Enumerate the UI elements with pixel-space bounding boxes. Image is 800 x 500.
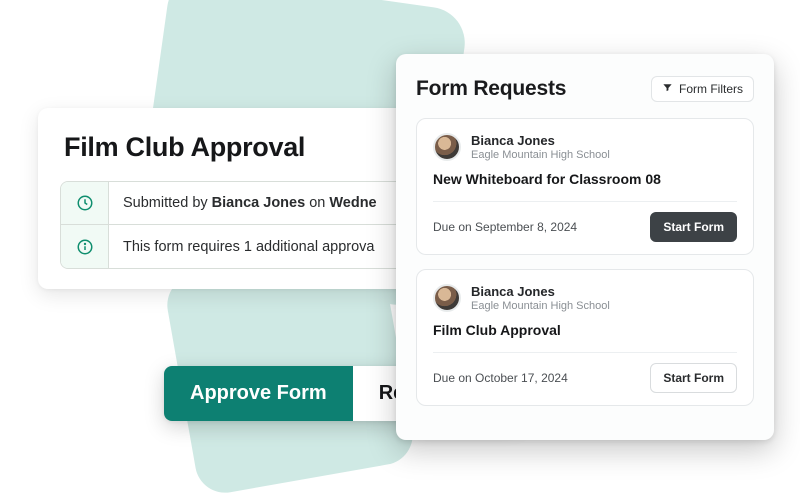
start-form-button[interactable]: Start Form <box>650 363 737 393</box>
requires-row: This form requires 1 additional approva <box>60 225 446 269</box>
submitted-row: Submitted by Bianca Jones on Wedne <box>60 181 446 225</box>
filter-icon <box>662 82 673 96</box>
request-card: Bianca Jones Eagle Mountain High School … <box>416 269 754 406</box>
requests-heading: Form Requests <box>416 77 566 101</box>
requester-name: Bianca Jones <box>471 133 610 148</box>
approve-button[interactable]: Approve Form <box>164 366 353 421</box>
start-form-button[interactable]: Start Form <box>650 212 737 242</box>
request-card: Bianca Jones Eagle Mountain High School … <box>416 118 754 255</box>
filter-label: Form Filters <box>679 82 743 96</box>
requester-name: Bianca Jones <box>471 284 610 299</box>
request-title: New Whiteboard for Classroom 08 <box>433 171 737 187</box>
avatar <box>433 284 461 312</box>
submitted-text: Submitted by Bianca Jones on Wedne <box>109 195 391 211</box>
requester-school: Eagle Mountain High School <box>471 149 610 161</box>
info-icon <box>61 225 109 268</box>
requires-text: This form requires 1 additional approva <box>109 239 388 255</box>
due-date: Due on October 17, 2024 <box>433 371 568 385</box>
requester-school: Eagle Mountain High School <box>471 300 610 312</box>
form-filters-button[interactable]: Form Filters <box>651 76 754 102</box>
avatar <box>433 133 461 161</box>
request-title: Film Club Approval <box>433 322 737 338</box>
clock-icon <box>61 182 109 224</box>
form-requests-panel: Form Requests Form Filters Bianca Jones … <box>396 54 774 440</box>
due-date: Due on September 8, 2024 <box>433 220 577 234</box>
